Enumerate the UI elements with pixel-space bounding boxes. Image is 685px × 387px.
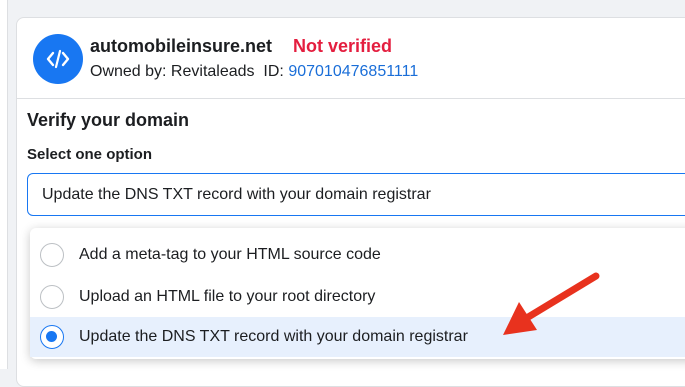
left-panel-edge <box>0 0 8 369</box>
radio-unchecked-icon[interactable] <box>40 285 64 309</box>
option-label: Add a meta-tag to your HTML source code <box>79 246 381 263</box>
option-dns-txt-record[interactable]: Update the DNS TXT record with your doma… <box>30 317 685 357</box>
option-html-file[interactable]: Upload an HTML file to your root directo… <box>30 277 685 317</box>
radio-unchecked-icon[interactable] <box>40 243 64 267</box>
option-label: Update the DNS TXT record with your doma… <box>79 328 468 345</box>
option-label: Upload an HTML file to your root directo… <box>79 288 376 305</box>
id-label: ID: <box>263 63 284 80</box>
verification-method-dropdown: Add a meta-tag to your HTML source code … <box>30 228 685 359</box>
verification-method-select[interactable]: Update the DNS TXT record with your doma… <box>27 173 685 216</box>
domain-card: automobileinsure.net Not verified Owned … <box>16 17 685 387</box>
selected-method-value: Update the DNS TXT record with your doma… <box>42 186 431 203</box>
option-meta-tag[interactable]: Add a meta-tag to your HTML source code <box>30 235 685 275</box>
verification-status-badge: Not verified <box>293 36 393 56</box>
domain-name: automobileinsure.net <box>90 36 273 56</box>
radio-checked-icon[interactable] <box>40 325 64 349</box>
verify-domain-title: Verify your domain <box>27 110 190 130</box>
code-brackets-icon <box>33 34 83 84</box>
domain-header: automobileinsure.net Not verified Owned … <box>17 18 685 99</box>
select-option-label: Select one option <box>27 146 153 163</box>
domain-id-link[interactable]: 907010476851111 <box>288 63 418 80</box>
owner-line: Owned by: Revitaleads ID: 90701047685111… <box>90 63 418 81</box>
owner-label: Owned by: Revitaleads <box>90 63 255 80</box>
